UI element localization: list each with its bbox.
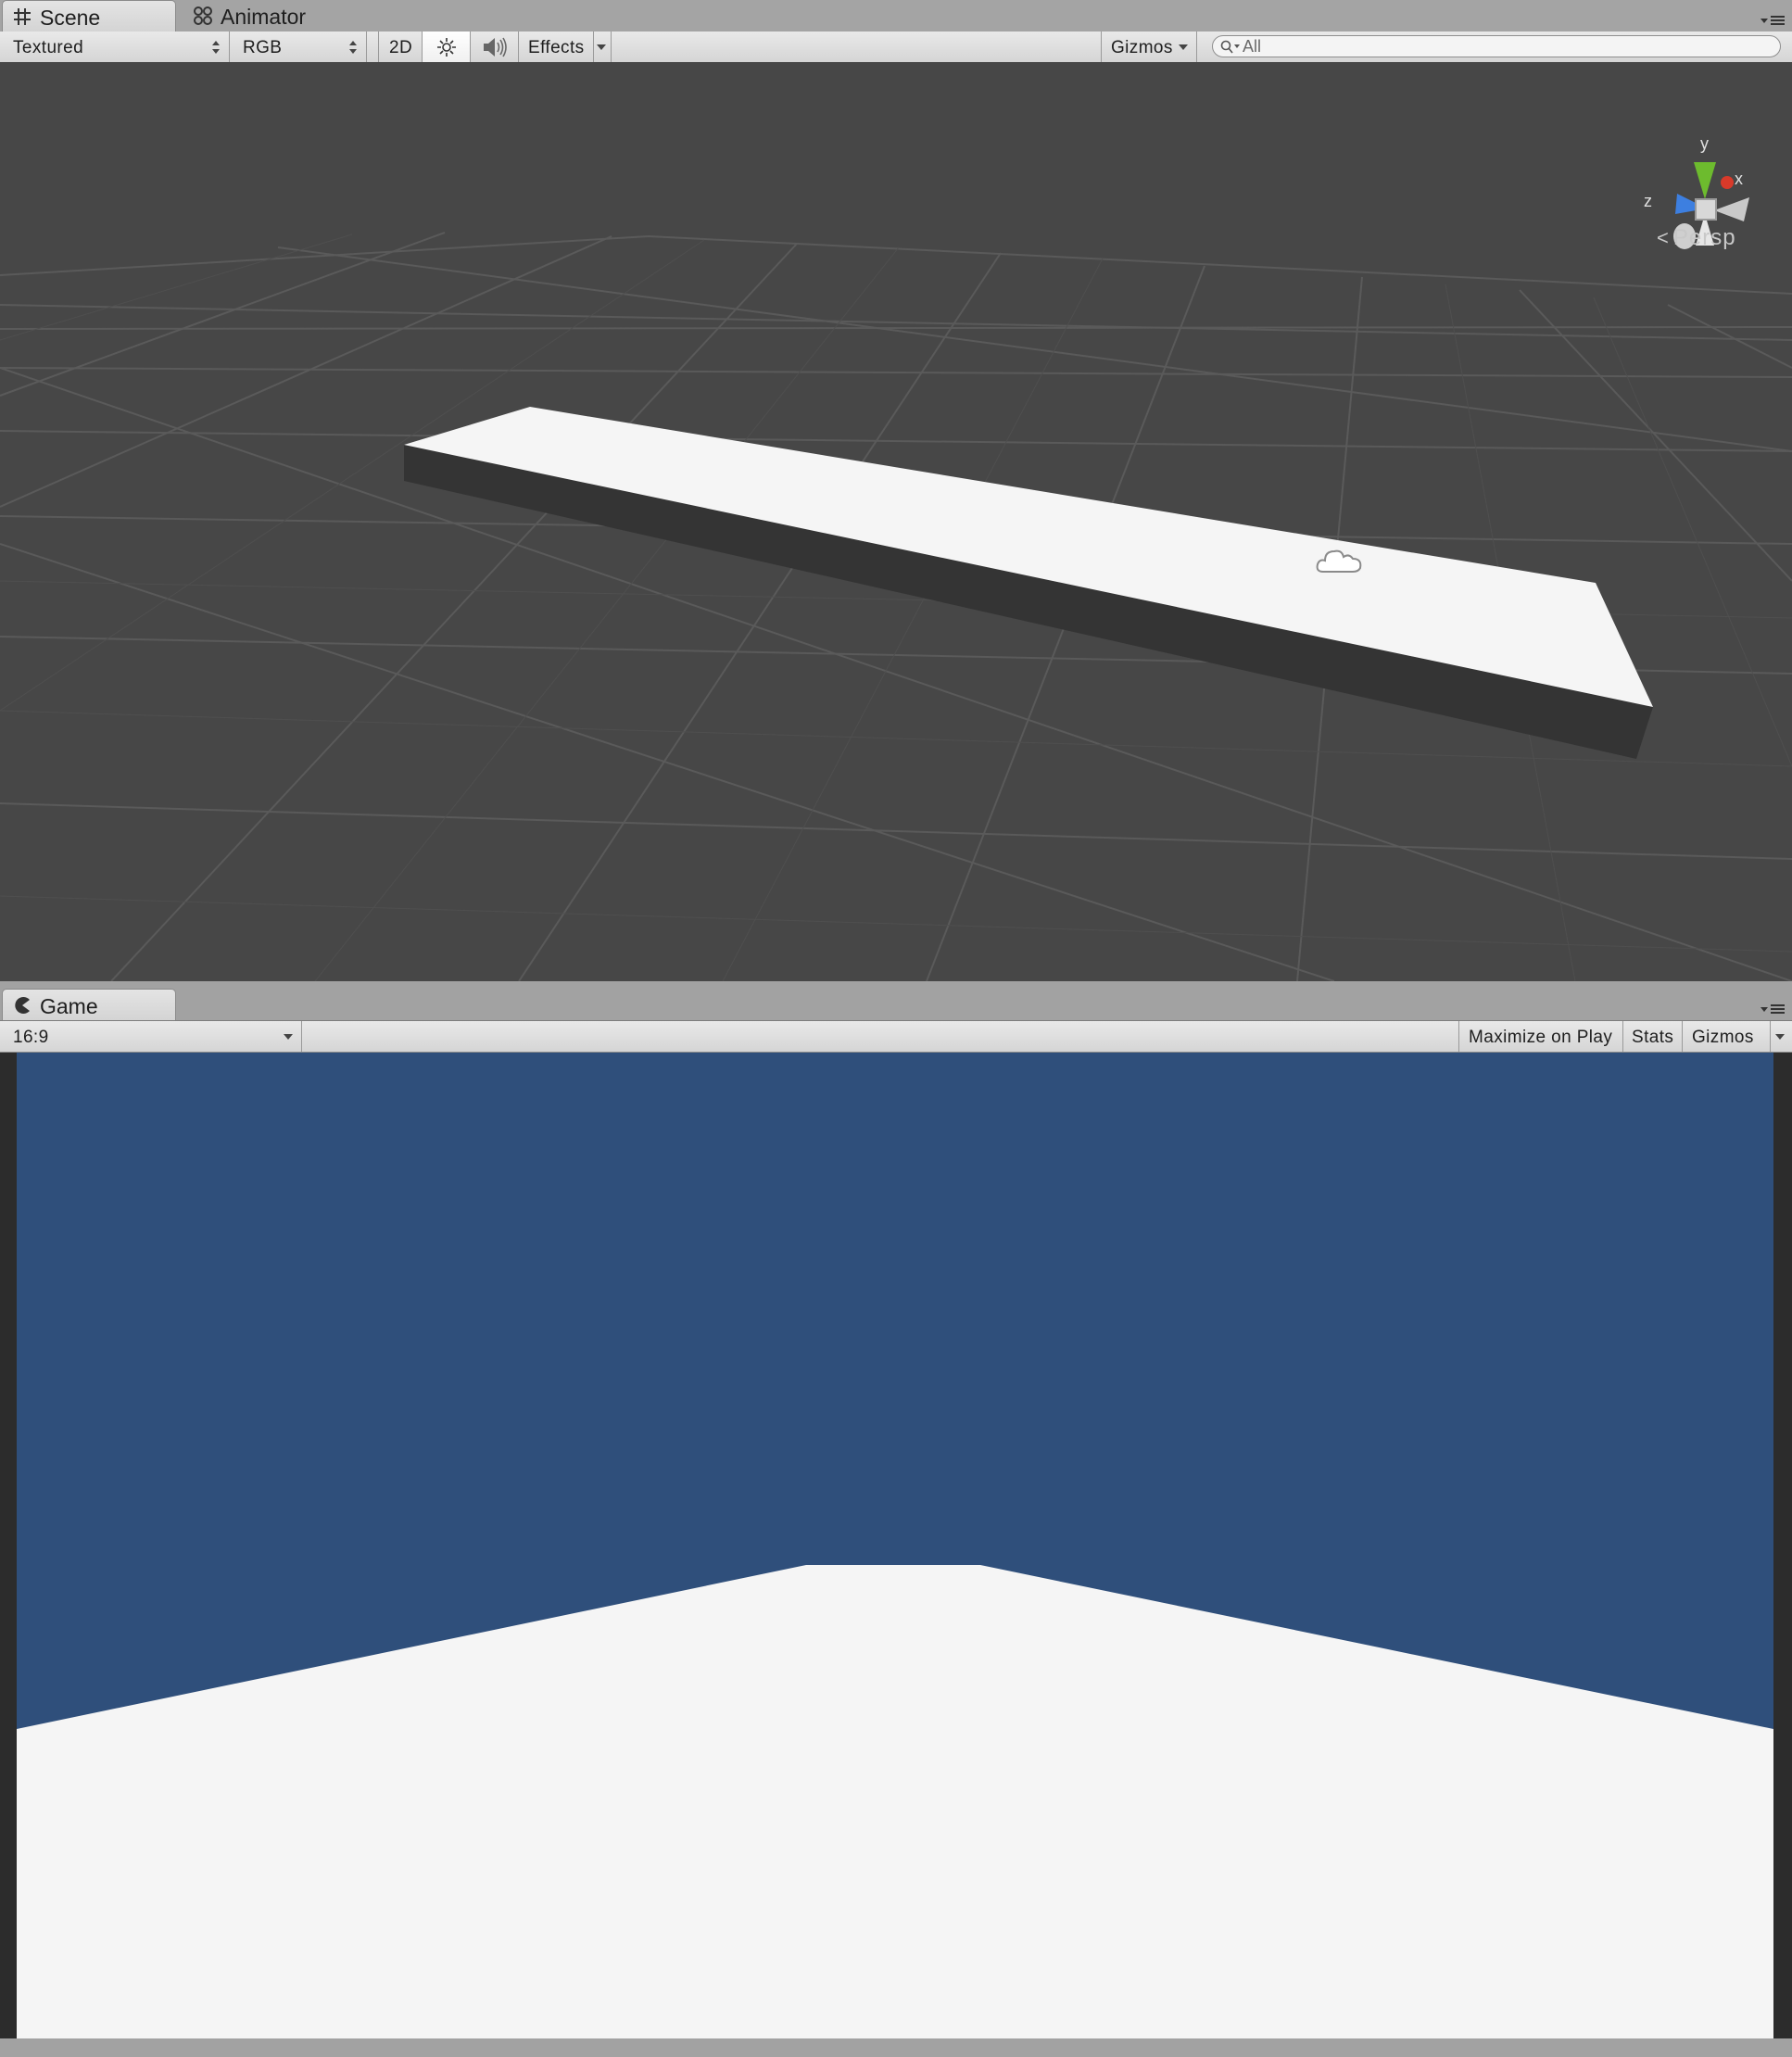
scene-gizmos-dropdown[interactable]: Gizmos	[1101, 32, 1197, 62]
game-bottom-border	[0, 2038, 1792, 2057]
maximize-on-play-label: Maximize on Play	[1469, 1028, 1613, 1047]
draw-mode-label: Textured	[13, 38, 84, 57]
axis-neg-x-cone[interactable]	[1714, 197, 1749, 221]
pane-menu-icon[interactable]	[1760, 1002, 1785, 1016]
scene-gizmos-label: Gizmos	[1111, 38, 1173, 57]
scene-lighting-toggle[interactable]	[423, 32, 471, 62]
aspect-label: 16:9	[13, 1028, 49, 1047]
stats-toggle[interactable]: Stats	[1623, 1021, 1683, 1052]
stats-label: Stats	[1632, 1028, 1674, 1047]
scene-audio-toggle[interactable]	[471, 32, 519, 62]
scene-search-input[interactable]: All	[1212, 35, 1781, 57]
game-tab-bar: Game	[0, 989, 1792, 1021]
game-gizmos-label: Gizmos	[1692, 1028, 1754, 1047]
game-view[interactable]	[0, 1053, 1792, 2057]
scene-view[interactable]: y x z < Persp	[0, 62, 1792, 981]
maximize-on-play-toggle[interactable]: Maximize on Play	[1458, 1021, 1623, 1052]
chevron-down-icon	[1775, 1034, 1785, 1040]
draw-mode-dropdown[interactable]: Textured	[0, 32, 230, 62]
game-gizmos-dropdown[interactable]: Gizmos	[1683, 1021, 1792, 1052]
scene-grid-canvas	[0, 62, 1792, 981]
tab-scene[interactable]: Scene	[2, 0, 176, 32]
chevron-down-icon	[1179, 44, 1188, 50]
gizmo-center-cube[interactable]	[1695, 198, 1717, 221]
aspect-dropdown[interactable]: 16:9	[0, 1021, 302, 1052]
animator-icon	[194, 6, 212, 25]
projection-label: Persp	[1672, 225, 1736, 250]
projection-toggle[interactable]: < Persp	[1657, 225, 1736, 251]
grid-icon	[14, 8, 31, 25]
updown-arrow-icon	[349, 41, 357, 54]
cloud-icon	[1316, 549, 1362, 573]
axis-z-label: z	[1644, 192, 1652, 210]
chevron-down-icon	[597, 44, 606, 50]
pane-menu-icon[interactable]	[1760, 13, 1785, 28]
axis-x-label: x	[1735, 170, 1743, 188]
chevron-down-icon	[284, 1034, 293, 1040]
render-mode-label: RGB	[243, 38, 283, 57]
render-mode-dropdown[interactable]: RGB	[230, 32, 367, 62]
tab-animator[interactable]: Animator	[183, 0, 341, 32]
axis-x-cone[interactable]	[1721, 176, 1734, 189]
game-toolbar: 16:9 Maximize on Play Stats Gizmos	[0, 1021, 1792, 1053]
search-icon	[1220, 40, 1240, 54]
sun-icon	[437, 38, 456, 57]
chevron-left-icon: <	[1657, 226, 1670, 249]
tab-game[interactable]: Game	[2, 989, 176, 1020]
pacman-icon	[15, 997, 30, 1014]
effects-label: Effects	[528, 38, 585, 57]
effects-dropdown[interactable]: Effects	[519, 32, 612, 62]
search-placeholder: All	[1243, 37, 1262, 56]
updown-arrow-icon	[212, 41, 220, 54]
gizmos-divider	[1770, 1021, 1771, 1052]
scene-tab-bar: Scene Animator	[0, 0, 1792, 32]
tab-animator-label: Animator	[221, 5, 307, 29]
effects-divider	[593, 32, 594, 62]
2d-toggle-button[interactable]: 2D	[378, 32, 423, 62]
speaker-icon	[484, 37, 507, 57]
axis-y-label: y	[1700, 136, 1709, 153]
axis-y-cone[interactable]	[1694, 162, 1716, 199]
tab-scene-label: Scene	[40, 6, 101, 30]
tab-game-label: Game	[40, 994, 98, 1018]
2d-toggle-label: 2D	[389, 38, 413, 57]
game-render	[17, 1053, 1773, 2038]
scene-toolbar: Textured RGB 2D Effects Gizmos All	[0, 32, 1792, 63]
